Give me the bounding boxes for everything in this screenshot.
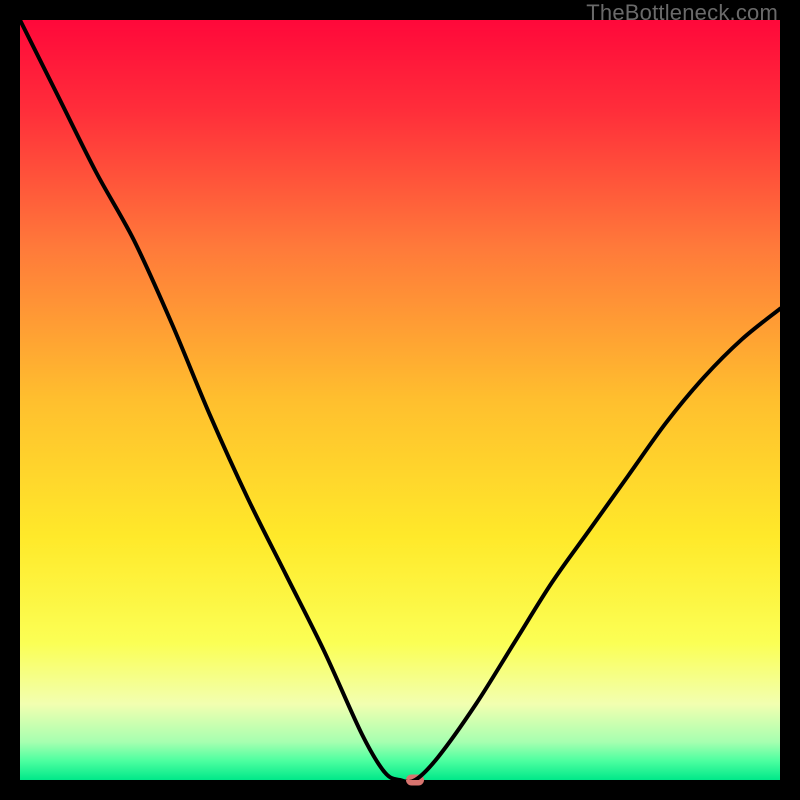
curve-path	[20, 20, 780, 780]
watermark-text: TheBottleneck.com	[586, 0, 778, 26]
chart-frame: TheBottleneck.com	[0, 0, 800, 800]
bottleneck-curve	[20, 20, 780, 780]
plot-area	[20, 20, 780, 780]
